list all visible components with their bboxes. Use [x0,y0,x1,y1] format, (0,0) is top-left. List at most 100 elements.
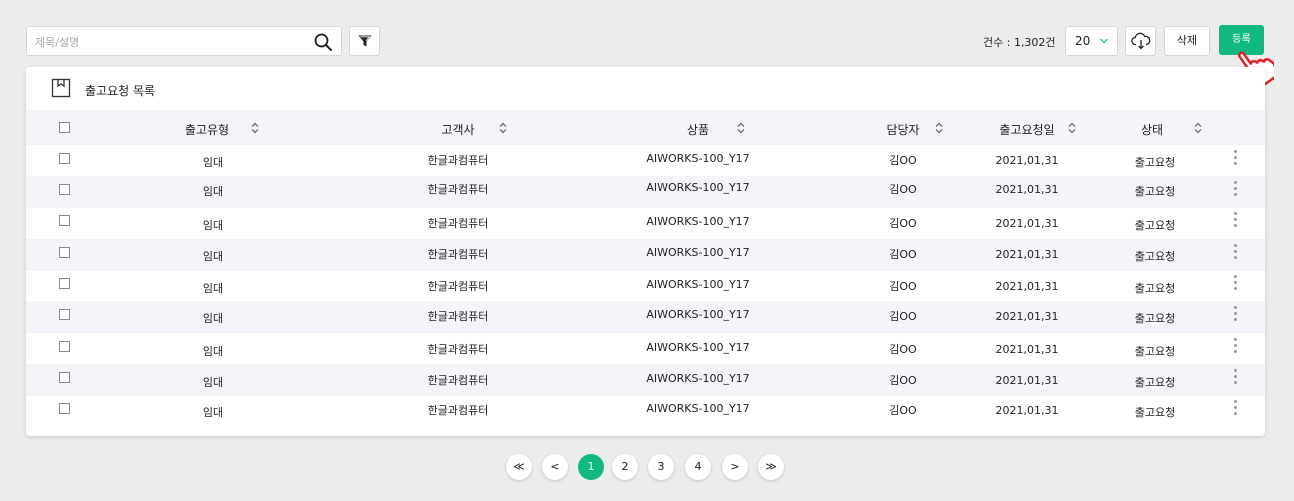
cell-type: 임대 [202,282,224,295]
page-button-2[interactable]: 2 [612,454,638,480]
column-header-status[interactable]: 상태 [1141,121,1163,138]
sort-icon[interactable] [250,122,260,134]
cell-status: 출고요청 [1134,282,1176,295]
page-button-4[interactable]: 4 [685,454,711,480]
download-button[interactable] [1125,26,1156,56]
more-vertical-icon[interactable] [1234,306,1238,324]
cell-customer: 한글과컴퓨터 [427,217,489,230]
row-checkbox[interactable] [59,372,70,383]
search-box[interactable] [26,26,342,56]
row-checkbox[interactable] [59,341,70,352]
search-input[interactable] [35,33,305,51]
more-vertical-icon[interactable] [1234,150,1238,168]
cell-product: AIWORKS-100_Y17 [646,308,750,321]
more-vertical-icon[interactable] [1234,369,1238,387]
cell-manager: 김OO [889,280,917,293]
cell-product: AIWORKS-100_Y17 [646,181,750,194]
cell-type: 임대 [202,219,224,232]
table-row[interactable]: 임대 한글과컴퓨터 AIWORKS-100_Y17 김OO 2021,01,31 출고요청 [26,176,1265,208]
page-button-1[interactable]: 1 [578,454,604,480]
sort-icon[interactable] [1067,122,1077,134]
total-count-label: 건수 : 1,302건 [983,36,1056,49]
more-vertical-icon[interactable] [1234,212,1238,230]
table-row[interactable]: 임대 한글과컴퓨터 AIWORKS-100_Y17 김OO 2021,01,31 출고요청 [26,364,1265,396]
cell-request-date: 2021,01,31 [995,154,1059,167]
table-row[interactable]: 임대 한글과컴퓨터 AIWORKS-100_Y17 김OO 2021,01,31 출고요청 [26,270,1265,302]
more-vertical-icon[interactable] [1234,400,1238,418]
column-header-manager[interactable]: 담당자 [886,121,919,138]
delete-button[interactable]: 삭제 [1164,26,1210,56]
column-header-request-date[interactable]: 출고요청일 [999,121,1054,138]
column-header-customer[interactable]: 고객사 [441,121,474,138]
cell-manager: 김OO [889,310,917,323]
last-page-button[interactable]: ≫ [758,454,784,480]
row-checkbox[interactable] [59,403,70,414]
cell-type: 임대 [202,250,224,263]
row-checkbox[interactable] [59,184,70,195]
cell-request-date: 2021,01,31 [995,310,1059,323]
more-vertical-icon[interactable] [1234,181,1238,199]
cell-product: AIWORKS-100_Y17 [646,278,750,291]
cell-product: AIWORKS-100_Y17 [646,341,750,354]
search-icon[interactable] [313,32,333,52]
prev-page-button[interactable]: < [542,454,568,480]
cell-product: AIWORKS-100_Y17 [646,246,750,259]
cell-request-date: 2021,01,31 [995,280,1059,293]
more-vertical-icon[interactable] [1234,275,1238,293]
cell-status: 출고요청 [1134,219,1176,232]
cell-customer: 한글과컴퓨터 [427,310,489,323]
cell-product: AIWORKS-100_Y17 [646,152,750,165]
page-size-value: 20 [1075,34,1091,48]
table-row[interactable]: 임대 한글과컴퓨터 AIWORKS-100_Y17 김OO 2021,01,31 출고요청 [26,145,1265,177]
filter-button[interactable] [349,26,380,56]
table-row[interactable]: 임대 한글과컴퓨터 AIWORKS-100_Y17 김OO 2021,01,31 출고요청 [26,239,1265,271]
sort-icon[interactable] [1193,122,1203,134]
row-checkbox[interactable] [59,247,70,258]
cell-type: 임대 [202,156,224,169]
cell-product: AIWORKS-100_Y17 [646,215,750,228]
page-size-select[interactable]: 20 [1065,26,1118,56]
cell-request-date: 2021,01,31 [995,404,1059,417]
cell-request-date: 2021,01,31 [995,217,1059,230]
column-header-type[interactable]: 출고유형 [185,121,229,138]
first-page-button[interactable]: ≪ [506,454,532,480]
cell-status: 출고요청 [1134,250,1176,263]
sort-icon[interactable] [498,122,508,134]
cell-manager: 김OO [889,343,917,356]
cell-request-date: 2021,01,31 [995,248,1059,261]
cell-manager: 김OO [889,217,917,230]
shipment-request-card: 출고요청 목록 출고유형 고객사 상품 담당자 출고요청일 상태 임대한글과컴퓨… [26,67,1265,436]
table-row[interactable]: 임대 한글과컴퓨터 AIWORKS-100_Y17 김OO 2021,01,31 출고요청 [26,395,1265,427]
cell-customer: 한글과컴퓨터 [427,154,489,167]
page-button-3[interactable]: 3 [648,454,674,480]
row-checkbox[interactable] [59,309,70,320]
cell-status: 출고요청 [1134,312,1176,325]
cell-type: 임대 [202,376,224,389]
row-checkbox[interactable] [59,278,70,289]
pagination: ≪ < 1 2 3 4 > ≫ [0,454,1294,481]
chevron-down-icon [1100,38,1108,44]
cell-manager: 김OO [889,154,917,167]
more-vertical-icon[interactable] [1234,338,1238,356]
sort-icon[interactable] [736,122,746,134]
cell-status: 출고요청 [1134,406,1176,419]
cell-status: 출고요청 [1134,156,1176,169]
table-row[interactable]: 임대 한글과컴퓨터 AIWORKS-100_Y17 김OO 2021,01,31 출고요청 [26,333,1265,365]
select-all-checkbox[interactable] [59,122,70,133]
cell-status: 출고요청 [1134,345,1176,358]
card-header: 출고요청 목록 [26,67,1265,110]
cell-customer: 한글과컴퓨터 [427,248,489,261]
table-row[interactable]: 임대 한글과컴퓨터 AIWORKS-100_Y17 김OO 2021,01,31 출고요청 [26,207,1265,239]
row-checkbox[interactable] [59,153,70,164]
more-vertical-icon[interactable] [1234,244,1238,262]
table-header: 출고유형 고객사 상품 담당자 출고요청일 상태 [26,110,1265,145]
sort-icon[interactable] [934,122,944,134]
table-row[interactable]: 임대 한글과컴퓨터 AIWORKS-100_Y17 김OO 2021,01,31 출고요청 [26,301,1265,333]
next-page-button[interactable]: > [722,454,748,480]
cell-type: 임대 [202,312,224,325]
cell-customer: 한글과컴퓨터 [427,374,489,387]
cell-manager: 김OO [889,183,917,196]
cell-product: AIWORKS-100_Y17 [646,372,750,385]
row-checkbox[interactable] [59,215,70,226]
column-header-product[interactable]: 상품 [687,121,709,138]
